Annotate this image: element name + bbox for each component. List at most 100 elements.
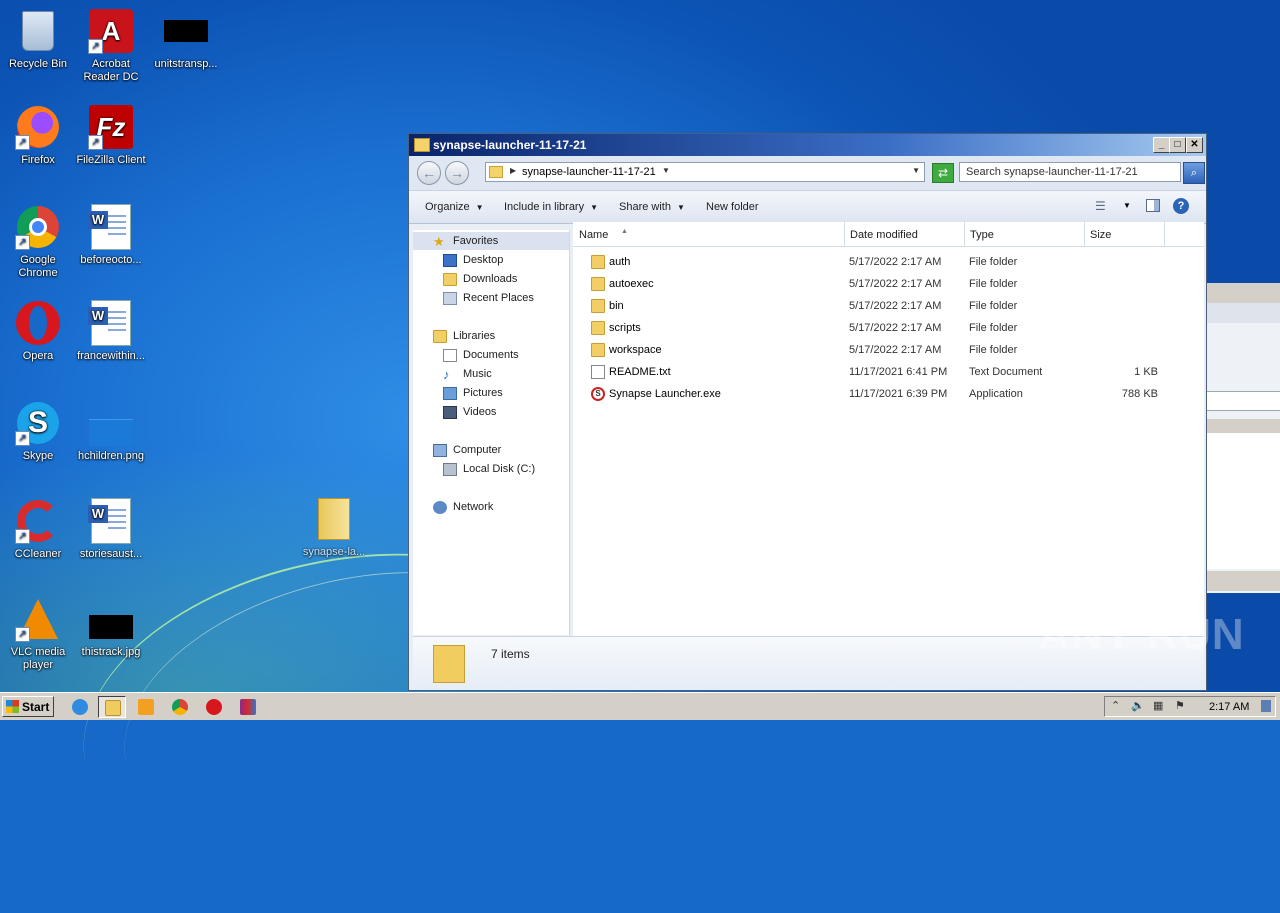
address-bar[interactable]: ▶ synapse-launcher-11-17-21 ▼ ▼: [485, 162, 925, 182]
show-desktop-icon[interactable]: [1261, 700, 1271, 712]
word-document-icon: W: [88, 498, 134, 544]
nav-videos[interactable]: Videos: [413, 403, 569, 421]
desktop-icon-francewithin[interactable]: W francewithin...: [73, 300, 149, 363]
file-row[interactable]: S Synapse Launcher.exe 11/17/2021 6:39 P…: [573, 383, 1204, 405]
desktop-icon-firefox[interactable]: ↗ Firefox: [0, 104, 76, 167]
windows-logo-icon: [6, 700, 19, 713]
file-row[interactable]: scripts 5/17/2022 2:17 AM File folder: [573, 317, 1204, 339]
column-header-type[interactable]: Type: [964, 222, 1085, 246]
nav-libraries[interactable]: Libraries: [413, 327, 569, 345]
desktop-icon-ccleaner[interactable]: ↗ CCleaner: [0, 498, 76, 561]
desktop-icon-filezilla[interactable]: Fz ↗ FileZilla Client: [73, 104, 149, 167]
clock[interactable]: 2:17 AM: [1209, 701, 1249, 713]
action-center-flag-icon[interactable]: ⚑: [1175, 700, 1187, 712]
taskbar-opera[interactable]: [200, 696, 228, 718]
background-window[interactable]: [1206, 283, 1280, 593]
forward-button[interactable]: →: [445, 161, 469, 185]
nav-music[interactable]: ♪ Music: [413, 365, 569, 383]
nav-desktop[interactable]: Desktop: [413, 251, 569, 269]
folder-icon: [591, 321, 605, 335]
file-list[interactable]: Name ▲ Date modified Type Size auth 5/17…: [573, 222, 1204, 636]
computer-icon: [433, 444, 447, 457]
music-icon: ♪: [443, 367, 450, 382]
organize-menu[interactable]: Organize ▼: [425, 201, 484, 213]
chevron-down-icon[interactable]: ▼: [1123, 201, 1131, 210]
application-icon: S: [591, 387, 605, 401]
network-icon[interactable]: ▦: [1153, 700, 1165, 712]
title-bar[interactable]: synapse-launcher-11-17-21 _ □ ✕: [409, 134, 1206, 156]
nav-documents[interactable]: Documents: [413, 346, 569, 364]
nav-pictures[interactable]: Pictures: [413, 384, 569, 402]
maximize-button[interactable]: □: [1169, 137, 1186, 153]
desktop-icon-vlc[interactable]: ↗ VLC media player: [0, 596, 76, 672]
desktop-icon-beforeocto[interactable]: W beforeocto...: [73, 204, 149, 267]
column-header-name[interactable]: Name ▲: [573, 222, 845, 246]
nav-downloads[interactable]: Downloads: [413, 270, 569, 288]
firefox-icon: ↗: [15, 104, 61, 150]
search-input[interactable]: Search synapse-launcher-11-17-21: [959, 162, 1181, 182]
file-row[interactable]: README.txt 11/17/2021 6:41 PM Text Docum…: [573, 361, 1204, 383]
file-row[interactable]: bin 5/17/2022 2:17 AM File folder: [573, 295, 1204, 317]
folder-icon: [105, 700, 121, 716]
taskbar-winrar[interactable]: [234, 696, 262, 718]
help-icon[interactable]: ?: [1173, 198, 1189, 214]
desktop-icon-hchildren[interactable]: hchildren.png: [73, 400, 149, 463]
recycle-bin-icon: [15, 8, 61, 54]
shortcut-arrow-icon: ↗: [15, 627, 30, 642]
word-document-icon: W: [88, 300, 134, 346]
image-file-icon: [88, 400, 134, 446]
opera-icon: [15, 300, 61, 346]
chevron-down-icon[interactable]: ▼: [662, 166, 670, 175]
desktop-icon-acrobat[interactable]: A ↗ Acrobat Reader DC: [73, 8, 149, 84]
chrome-icon: [172, 699, 188, 715]
nav-local-disk[interactable]: Local Disk (C:): [413, 460, 569, 478]
folder-icon: [489, 166, 503, 178]
desktop-icon-opera[interactable]: Opera: [0, 300, 76, 363]
address-dropdown-icon[interactable]: ▼: [912, 166, 920, 175]
desktop-icon-synapse-launcher[interactable]: synapse-la...: [296, 496, 372, 559]
acrobat-icon: A ↗: [88, 8, 134, 54]
include-in-library-menu[interactable]: Include in library ▼: [504, 201, 598, 213]
view-options-icon[interactable]: ☰: [1095, 200, 1109, 212]
desktop-icon-storiesaust[interactable]: W storiesaust...: [73, 498, 149, 561]
close-button[interactable]: ✕: [1186, 137, 1203, 153]
desktop-icon-unitstransp[interactable]: unitstransp...: [148, 8, 224, 71]
folder-icon: [591, 255, 605, 269]
taskbar-internet-explorer[interactable]: [66, 696, 94, 718]
chrome-icon: ↗: [15, 204, 61, 250]
image-file-icon: [163, 8, 209, 54]
nav-recent-places[interactable]: Recent Places: [413, 289, 569, 307]
minimize-button[interactable]: _: [1153, 137, 1170, 153]
column-header-date[interactable]: Date modified: [844, 222, 965, 246]
search-icon[interactable]: ⌕: [1183, 162, 1205, 184]
desktop-icon-recycle-bin[interactable]: Recycle Bin: [0, 8, 76, 71]
file-row[interactable]: workspace 5/17/2022 2:17 AM File folder: [573, 339, 1204, 361]
share-with-menu[interactable]: Share with ▼: [619, 201, 685, 213]
start-button[interactable]: Start: [2, 696, 54, 717]
explorer-window[interactable]: synapse-launcher-11-17-21 _ □ ✕ ← → ▶ sy…: [408, 133, 1207, 691]
taskbar-explorer[interactable]: [98, 696, 126, 718]
refresh-button[interactable]: ⇄: [932, 163, 954, 183]
file-row[interactable]: auth 5/17/2022 2:17 AM File folder: [573, 251, 1204, 273]
text-document-icon: [591, 365, 605, 379]
back-button[interactable]: ←: [417, 161, 441, 185]
folder-icon: [591, 299, 605, 313]
desktop-icon-google-chrome[interactable]: ↗ Google Chrome: [0, 204, 76, 280]
nav-computer[interactable]: Computer: [413, 441, 569, 459]
volume-icon[interactable]: 🔈: [1131, 700, 1145, 712]
address-text[interactable]: synapse-launcher-11-17-21: [522, 166, 656, 178]
chevron-right-icon[interactable]: ▶: [510, 166, 516, 175]
column-header-size[interactable]: Size: [1084, 222, 1165, 246]
preview-pane-icon[interactable]: [1146, 199, 1160, 212]
navigation-bar: ← → ▶ synapse-launcher-11-17-21 ▼ ▼ ⇄ Se…: [409, 156, 1206, 190]
taskbar-media-player[interactable]: [132, 696, 160, 718]
column-header-row: Name ▲ Date modified Type Size: [573, 222, 1204, 247]
file-row[interactable]: autoexec 5/17/2022 2:17 AM File folder: [573, 273, 1204, 295]
taskbar-chrome[interactable]: [166, 696, 194, 718]
desktop-icon-skype[interactable]: S ↗ Skype: [0, 400, 76, 463]
desktop-icon-thistrack[interactable]: thistrack.jpg: [73, 596, 149, 659]
show-hidden-icons-icon[interactable]: ⌃: [1111, 700, 1123, 712]
nav-network[interactable]: Network: [413, 498, 569, 516]
new-folder-button[interactable]: New folder: [706, 201, 759, 213]
nav-favorites[interactable]: ★ Favorites: [413, 232, 569, 250]
